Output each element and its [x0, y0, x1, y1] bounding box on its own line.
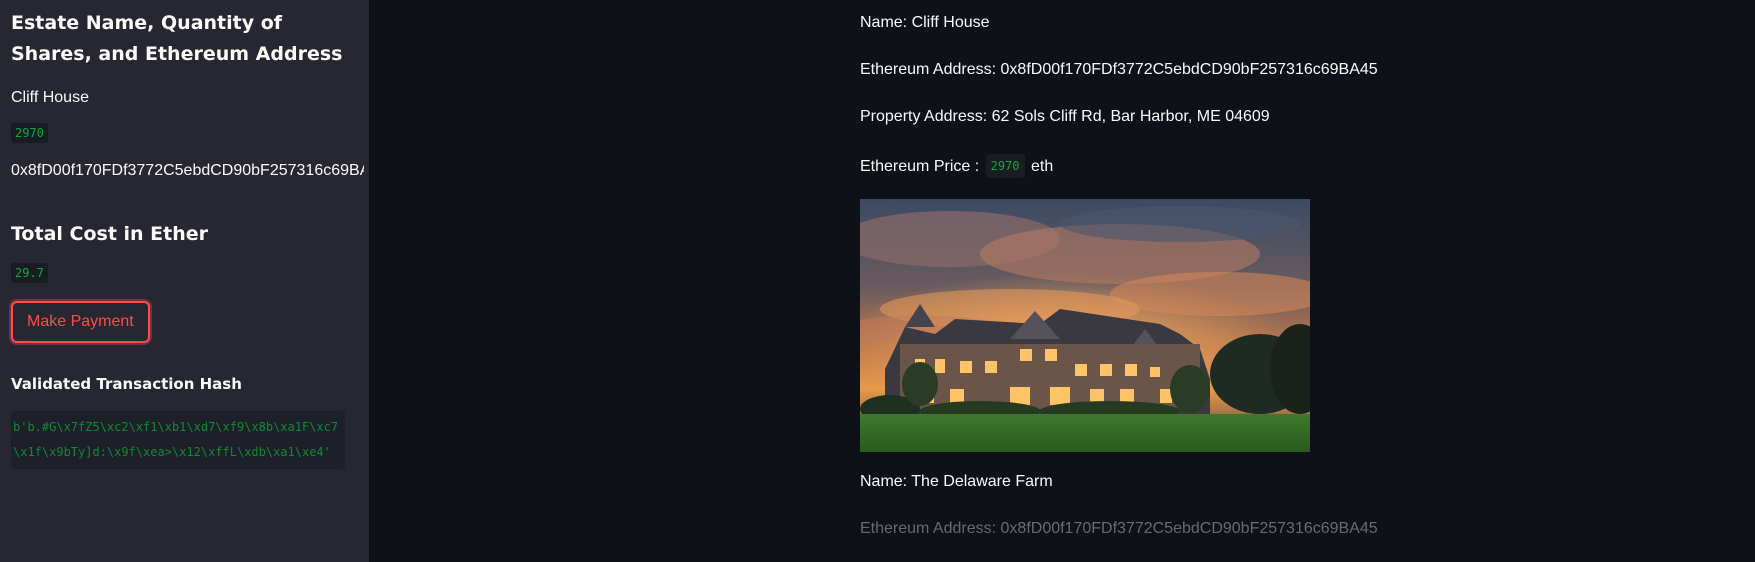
total-cost-value: 29.7 — [11, 263, 48, 283]
listing-eth-address: Ethereum Address: 0x8fD00f170FDf3772C5eb… — [860, 61, 1378, 78]
main-content: Name: Cliff House Ethereum Address: 0x8f… — [369, 0, 1755, 562]
transaction-hash-heading: Validated Transaction Hash — [11, 375, 242, 393]
estate-name: Cliff House — [11, 89, 89, 106]
app-window: Estate Name, Quantity of Shares, and Eth… — [0, 0, 1755, 562]
price-unit: eth — [1030, 158, 1054, 175]
transaction-hash-value: b'b.#G\x7fZ5\xc2\xf1\xb1\xd7\xf9\x8b\xa1… — [11, 411, 345, 469]
listing-price: Ethereum Price : 2970 eth — [860, 154, 1580, 178]
listing2-eth-address: Ethereum Address: 0x8fD00f170FDf3772C5eb… — [860, 520, 1378, 537]
price-label: Ethereum Price : — [860, 158, 980, 175]
listing-name: Name: Cliff House — [860, 14, 990, 31]
listing-property-address: Property Address: 62 Sols Cliff Rd, Bar … — [860, 108, 1270, 125]
total-cost-heading: Total Cost in Ether — [11, 223, 209, 245]
house-photo — [860, 199, 1310, 452]
listing2-name: Name: The Delaware Farm — [860, 473, 1053, 490]
sidebar: Estate Name, Quantity of Shares, and Eth… — [0, 0, 369, 562]
ethereum-address: 0x8fD00f170FDf3772C5ebdCD90bF257316c69BA… — [11, 162, 364, 179]
shares-value: 2970 — [11, 123, 48, 143]
make-payment-button[interactable]: Make Payment — [11, 301, 150, 343]
sidebar-heading: Estate Name, Quantity of Shares, and Eth… — [11, 12, 343, 65]
price-value: 2970 — [985, 154, 1025, 178]
